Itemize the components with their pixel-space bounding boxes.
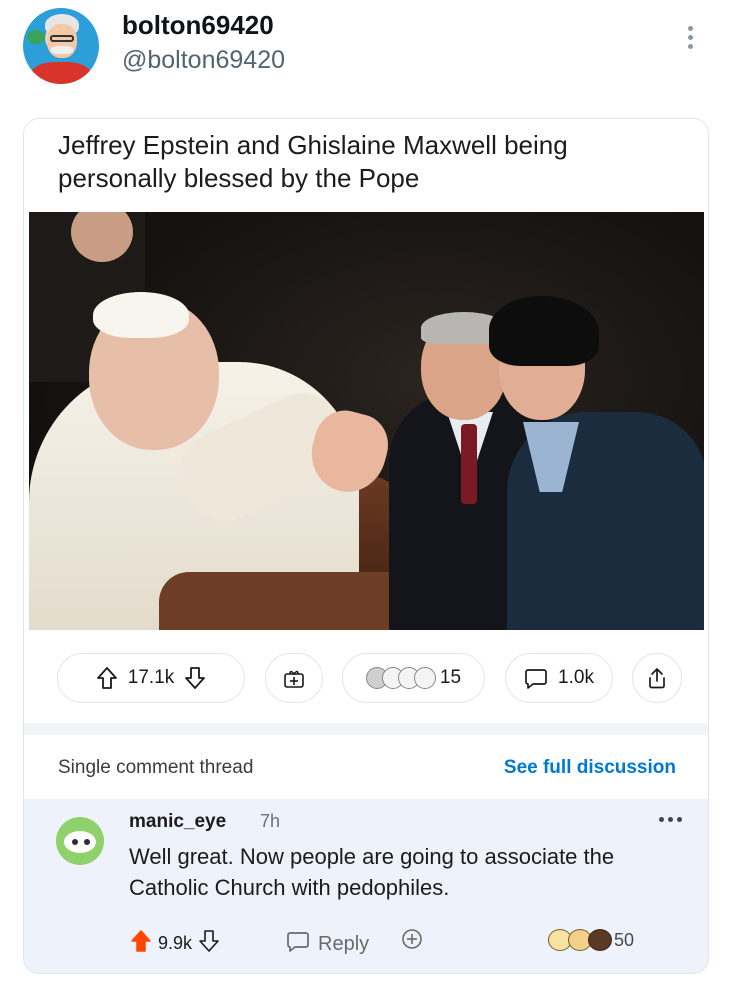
comment-action-bar: 9.9k Reply 50 [24,923,708,963]
awards-received[interactable]: 15 [342,653,485,703]
comment-body: Well great. Now people are going to asso… [129,844,615,900]
vote-control: 17.1k [57,653,245,703]
comment: manic_eye 7h Well great. Now people are … [24,799,708,973]
display-name[interactable]: bolton69420 [122,10,274,41]
comment-bubble-icon [524,666,548,690]
section-divider [24,723,708,735]
award-badges-icon [365,667,436,689]
see-full-discussion-link[interactable]: See full discussion [504,757,676,779]
awards-count: 15 [439,667,462,688]
thread-header: Single comment thread See full discussio… [24,753,708,783]
comment-vote-control: 9.9k [130,929,220,958]
post-image[interactable] [29,212,704,630]
vertical-ellipsis-icon[interactable] [680,22,700,58]
comment-age: 7h [260,811,281,831]
gift-icon [282,666,306,690]
comments-button[interactable]: 1.0k [505,653,613,703]
comment-bubble-icon [286,929,310,959]
comment-upvote-count: 9.9k [158,933,193,953]
profile-avatar[interactable] [23,8,99,84]
comment-username[interactable]: manic_eye [129,811,226,833]
share-icon [646,666,668,690]
user-handle[interactable]: @bolton69420 [122,46,285,75]
reply-button[interactable]: Reply [286,929,369,959]
arrow-up-filled-icon[interactable] [130,929,152,958]
post-upvote-count: 17.1k [127,667,175,688]
share-button[interactable] [632,653,682,703]
arrow-down-icon[interactable] [184,666,206,690]
comments-count: 1.0k [558,667,594,688]
arrow-down-icon[interactable] [198,929,220,958]
award-button[interactable] [265,653,323,703]
post-action-bar: 17.1k 15 1.0k [24,653,708,703]
comment-awards-received[interactable]: 50 [548,929,634,951]
tweet-header: bolton69420 @bolton69420 [0,0,731,110]
post-title[interactable]: Jeffrey Epstein and Ghislaine Maxwell be… [58,129,658,195]
thread-label: Single comment thread [58,757,254,778]
reddit-post-card: Jeffrey Epstein and Ghislaine Maxwell be… [23,118,709,974]
award-badges-icon [548,929,612,951]
commenter-avatar[interactable] [56,817,104,865]
horizontal-ellipsis-icon[interactable] [659,817,682,822]
reply-label: Reply [318,932,370,955]
arrow-up-icon[interactable] [96,666,118,690]
award-add-icon[interactable] [400,927,424,951]
comment-awards-count: 50 [614,929,635,950]
